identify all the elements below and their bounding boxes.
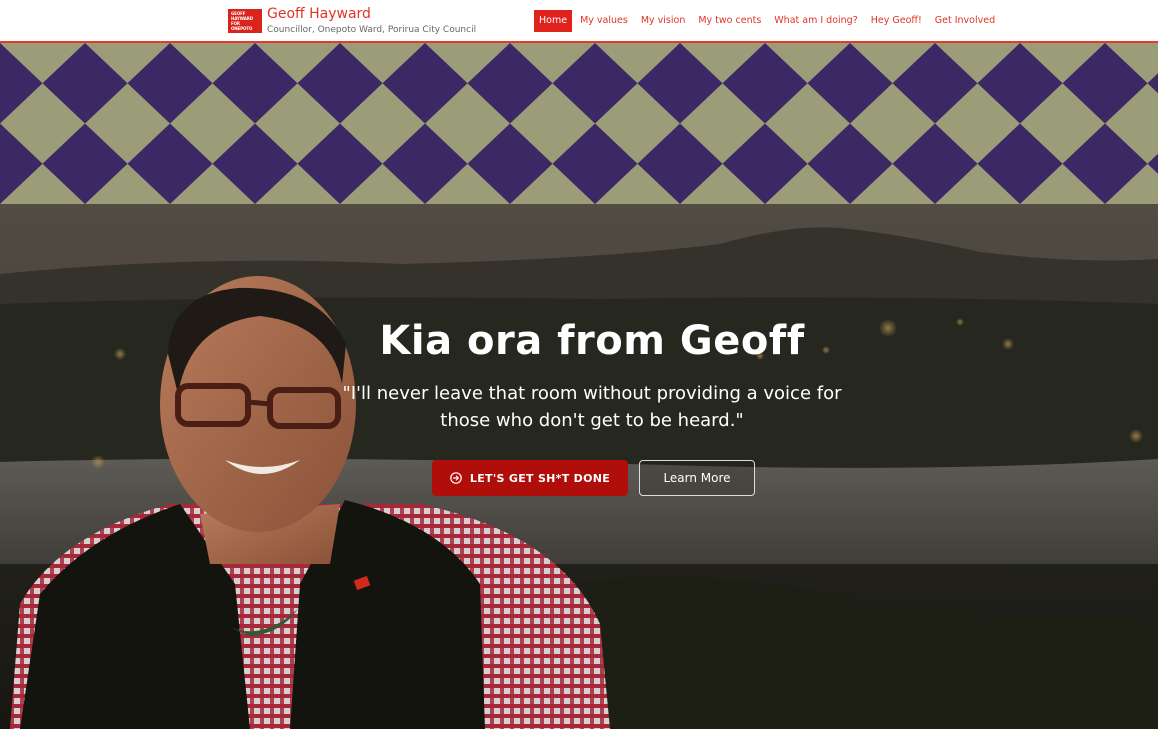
- nav-item-what-am-i-doing[interactable]: What am I doing?: [770, 10, 861, 32]
- primary-button-label: LET'S GET SH*T DONE: [469, 471, 611, 485]
- triangle-pattern: [0, 43, 1158, 204]
- site-header: GEOFF HAYWARD FOR ONEPOTO Geoff Hayward …: [0, 0, 1158, 43]
- pattern-banner: [0, 43, 1158, 204]
- nav-item-home[interactable]: Home: [534, 10, 573, 32]
- hero-quote: "I'll never leave that room without prov…: [342, 383, 842, 431]
- brand-link[interactable]: GEOFF HAYWARD FOR ONEPOTO Geoff Hayward …: [228, 6, 476, 36]
- site-name: Geoff Hayward: [267, 6, 371, 22]
- logo-line: FOR ONEPOTO: [231, 21, 253, 31]
- main-nav: Home My values My vision My two cents Wh…: [534, 10, 1004, 32]
- nav-item-my-values[interactable]: My values: [576, 10, 632, 32]
- nav-item-get-involved[interactable]: Get Involved: [931, 10, 999, 32]
- site-tagline: Councillor, Onepoto Ward, Porirua City C…: [267, 25, 477, 35]
- nav-item-my-two-cents[interactable]: My two cents: [694, 10, 765, 32]
- hero-content: Kia ora from Geoff "I'll never leave tha…: [340, 316, 844, 434]
- brand-logo: GEOFF HAYWARD FOR ONEPOTO: [228, 9, 262, 33]
- hero-actions: LET'S GET SH*T DONE Learn More: [432, 460, 755, 496]
- hero-title: Kia ora from Geoff: [379, 318, 805, 364]
- learn-more-button[interactable]: Learn More: [639, 460, 755, 496]
- nav-item-hey-geoff[interactable]: Hey Geoff!: [867, 10, 926, 32]
- nav-item-my-vision[interactable]: My vision: [637, 10, 690, 32]
- hero-section: Kia ora from Geoff "I'll never leave tha…: [0, 204, 1158, 729]
- secondary-button-label: Learn More: [663, 471, 731, 485]
- arrow-circle-right-icon: [450, 472, 462, 484]
- lets-get-sht-done-button[interactable]: LET'S GET SH*T DONE: [432, 460, 628, 496]
